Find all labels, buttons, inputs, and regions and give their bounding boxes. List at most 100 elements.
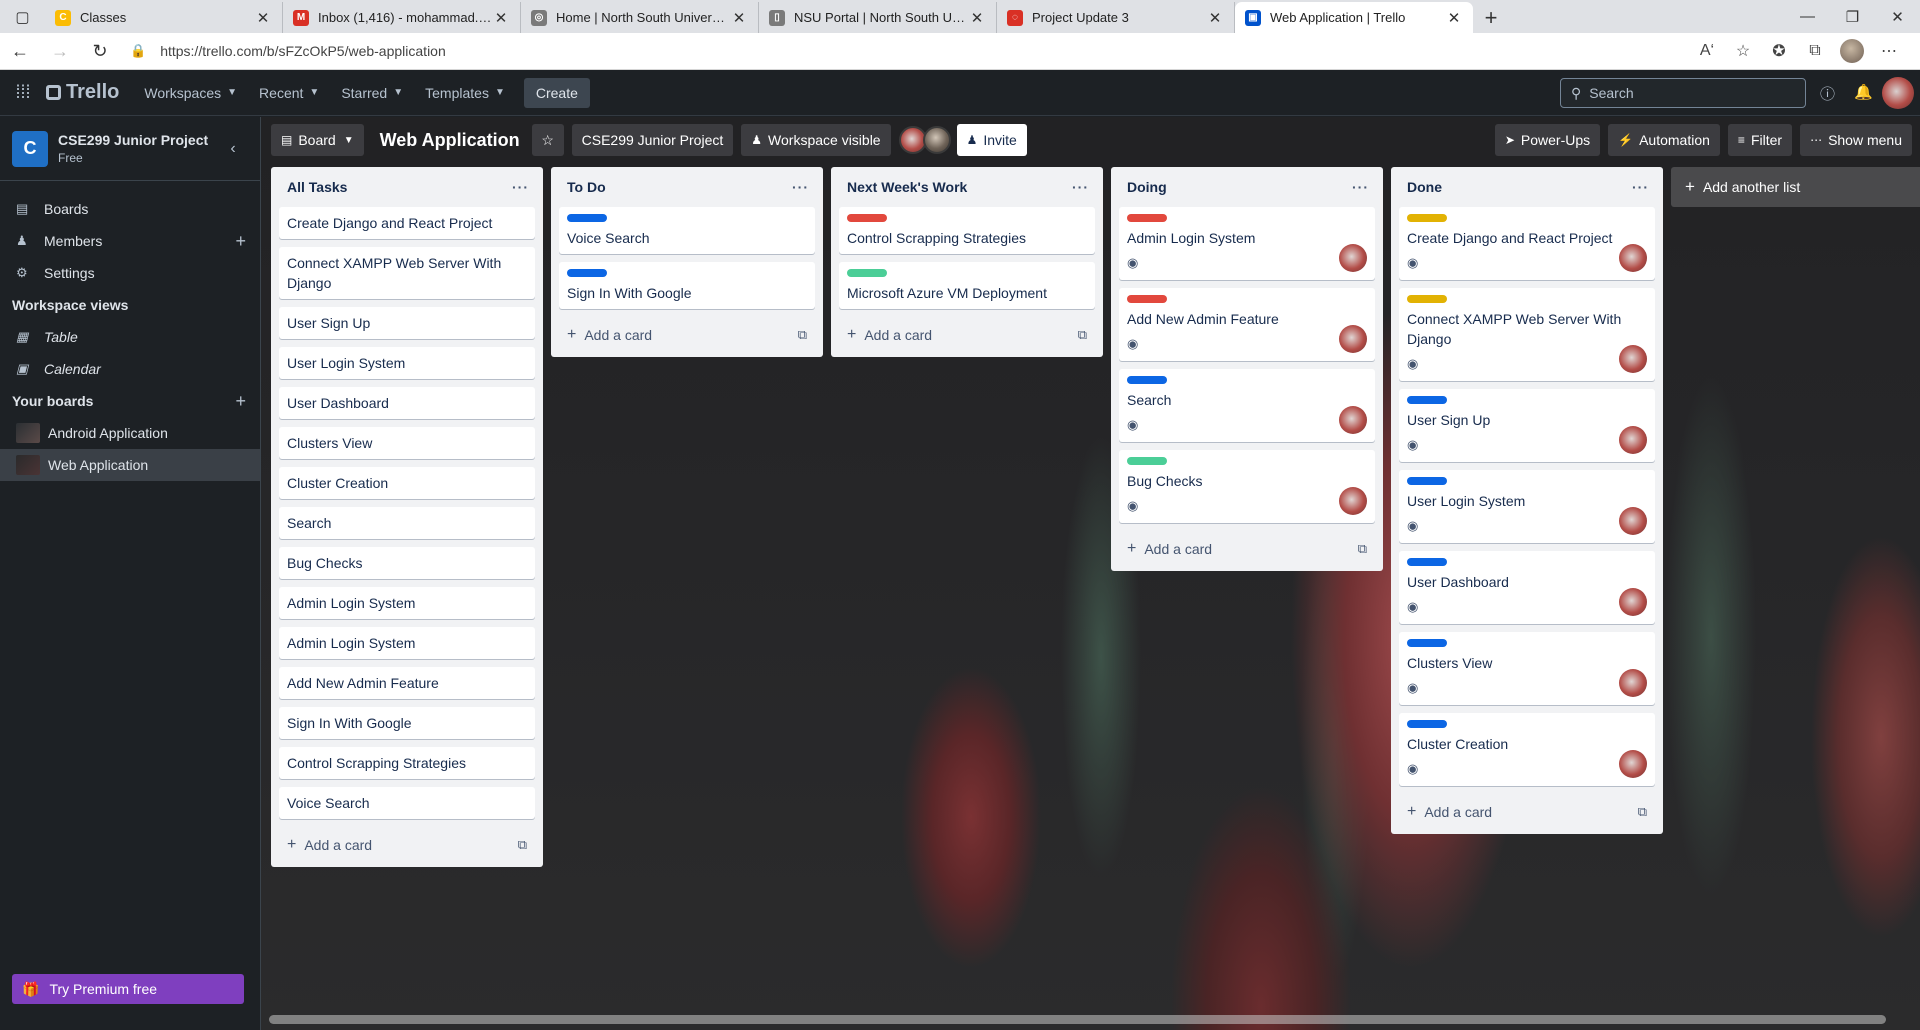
card[interactable]: User Login System ◉ <box>1399 470 1655 543</box>
list-title[interactable]: To Do <box>567 179 606 195</box>
card[interactable]: Sign In With Google <box>559 262 815 309</box>
starred-menu[interactable]: Starred ▼ <box>330 85 414 101</box>
card-member-avatar[interactable] <box>1619 669 1647 697</box>
card[interactable]: Control Scrapping Strategies <box>279 747 535 779</box>
profile-avatar[interactable] <box>1840 39 1864 63</box>
card[interactable]: Connect XAMPP Web Server With Django ◉ <box>1399 288 1655 381</box>
add-board-icon[interactable]: + <box>235 391 246 412</box>
add-list-button[interactable]: + Add another list <box>1671 167 1920 207</box>
favorites-icon[interactable]: ✪ <box>1768 41 1790 61</box>
power-ups-button[interactable]: ➤ Power-Ups <box>1494 124 1601 156</box>
add-card-button[interactable]: + Add a card ⧉ <box>271 827 543 863</box>
app-switcher-icon[interactable]: ⁞⁞⁞ <box>10 82 36 103</box>
try-premium-button[interactable]: 🎁 Try Premium free <box>12 974 244 1004</box>
card[interactable]: Search <box>279 507 535 539</box>
card[interactable]: Admin Login System ◉ <box>1119 207 1375 280</box>
card-label[interactable] <box>1127 376 1167 384</box>
sidebar-item-members[interactable]: ♟ Members + <box>0 225 260 257</box>
card-template-icon[interactable]: ⧉ <box>1078 327 1087 343</box>
automation-button[interactable]: ⚡ Automation <box>1608 124 1720 156</box>
workspace-name[interactable]: CSE299 Junior Project <box>58 132 208 148</box>
close-tab-icon[interactable]: ✕ <box>1445 9 1463 27</box>
board-title[interactable]: Web Application <box>380 130 520 151</box>
sidebar-board-web-application[interactable]: Web Application <box>0 449 260 481</box>
user-avatar[interactable] <box>1882 77 1914 109</box>
list-actions-icon[interactable]: ··· <box>1072 179 1089 195</box>
card[interactable]: User Sign Up <box>279 307 535 339</box>
card-template-icon[interactable]: ⧉ <box>1638 804 1647 820</box>
list-actions-icon[interactable]: ··· <box>1352 179 1369 195</box>
browser-tab[interactable]: ▣ Web Application | Trello ✕ <box>1235 2 1473 33</box>
sidebar-item-calendar[interactable]: ▣ Calendar <box>0 353 260 385</box>
card-label[interactable] <box>1407 558 1447 566</box>
workspace-button[interactable]: CSE299 Junior Project <box>571 124 734 156</box>
workspace-badge[interactable]: C <box>12 130 48 167</box>
card[interactable]: User Dashboard <box>279 387 535 419</box>
card[interactable]: Connect XAMPP Web Server With Django <box>279 247 535 299</box>
list-actions-icon[interactable]: ··· <box>792 179 809 195</box>
card-label[interactable] <box>567 214 607 222</box>
card-member-avatar[interactable] <box>1619 244 1647 272</box>
card[interactable]: Create Django and React Project <box>279 207 535 239</box>
close-tab-icon[interactable]: ✕ <box>730 9 748 27</box>
show-menu-button[interactable]: ⋯ Show menu <box>1800 124 1912 156</box>
restore-icon[interactable]: ❐ <box>1830 0 1875 33</box>
card-member-avatar[interactable] <box>1339 406 1367 434</box>
browser-tab[interactable]: ◌ Project Update 3 ✕ <box>997 2 1235 33</box>
card-label[interactable] <box>567 269 607 277</box>
close-tab-icon[interactable]: ✕ <box>968 9 986 27</box>
list-title[interactable]: Done <box>1407 179 1442 195</box>
card-member-avatar[interactable] <box>1619 507 1647 535</box>
card-label[interactable] <box>1407 214 1447 222</box>
add-card-button[interactable]: + Add a card ⧉ <box>1111 531 1383 567</box>
browser-tab[interactable]: ▯ NSU Portal | North South Univer ✕ <box>759 2 997 33</box>
notification-bell-icon[interactable]: 🔔 <box>1854 83 1873 101</box>
search-input[interactable]: ⚲ Search <box>1560 78 1806 108</box>
card[interactable]: Search ◉ <box>1119 369 1375 442</box>
list-actions-icon[interactable]: ··· <box>1632 179 1649 195</box>
close-tab-icon[interactable]: ✕ <box>1206 9 1224 27</box>
forward-icon[interactable]: → <box>40 33 80 70</box>
collapse-sidebar-icon[interactable]: ‹ <box>220 136 246 162</box>
card-template-icon[interactable]: ⧉ <box>518 837 527 853</box>
browser-tab[interactable]: C Classes ✕ <box>45 2 283 33</box>
horizontal-scrollbar[interactable] <box>269 1015 1886 1024</box>
board-view-switcher[interactable]: ▤ Board ▼ <box>271 124 364 156</box>
star-board-button[interactable]: ☆ <box>531 124 564 156</box>
create-button[interactable]: Create <box>523 77 590 108</box>
more-icon[interactable]: ⋯ <box>1878 41 1900 61</box>
list-actions-icon[interactable]: ··· <box>512 179 529 195</box>
info-icon[interactable]: ⓘ <box>1820 83 1835 104</box>
invite-button[interactable]: ♟ Invite <box>956 124 1027 156</box>
card[interactable]: Bug Checks ◉ <box>1119 450 1375 523</box>
card[interactable]: Cluster Creation ◉ <box>1399 713 1655 786</box>
sidebar-board-android-application[interactable]: Android Application <box>0 417 260 449</box>
sidebar-item-settings[interactable]: ⚙ Settings <box>0 257 260 289</box>
card-template-icon[interactable]: ⧉ <box>1358 541 1367 557</box>
card[interactable]: Control Scrapping Strategies <box>839 207 1095 254</box>
filter-button[interactable]: ≡ Filter <box>1727 124 1793 156</box>
list-title[interactable]: Doing <box>1127 179 1167 195</box>
read-aloud-icon[interactable]: A‘ <box>1696 42 1718 60</box>
add-member-icon[interactable]: + <box>235 231 246 252</box>
refresh-icon[interactable]: ↻ <box>80 33 120 70</box>
card[interactable]: Add New Admin Feature ◉ <box>1119 288 1375 361</box>
templates-menu[interactable]: Templates ▼ <box>414 85 516 101</box>
close-tab-icon[interactable]: ✕ <box>492 9 510 27</box>
card[interactable]: Clusters View <box>279 427 535 459</box>
back-icon[interactable]: ← <box>0 33 40 70</box>
card-label[interactable] <box>847 269 887 277</box>
close-window-icon[interactable]: ✕ <box>1875 0 1920 33</box>
workspaces-menu[interactable]: Workspaces ▼ <box>133 85 248 101</box>
sidebar-item-table[interactable]: ▦ Table <box>0 321 260 353</box>
card-member-avatar[interactable] <box>1339 244 1367 272</box>
card[interactable]: Admin Login System <box>279 587 535 619</box>
card-member-avatar[interactable] <box>1619 426 1647 454</box>
card-template-icon[interactable]: ⧉ <box>798 327 807 343</box>
card-member-avatar[interactable] <box>1339 487 1367 515</box>
card[interactable]: Bug Checks <box>279 547 535 579</box>
card-label[interactable] <box>1127 457 1167 465</box>
recent-menu[interactable]: Recent ▼ <box>248 85 330 101</box>
add-card-button[interactable]: + Add a card ⧉ <box>551 317 823 353</box>
card[interactable]: Create Django and React Project ◉ <box>1399 207 1655 280</box>
